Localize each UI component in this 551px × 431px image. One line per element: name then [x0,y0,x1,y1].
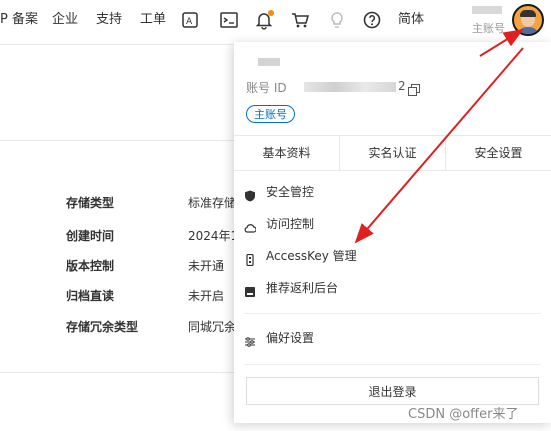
help-icon[interactable] [362,10,382,30]
lightbulb-icon[interactable] [327,10,347,30]
top-navigation-bar: P 备案 企业 支持 工单 A 简体 主账号 [0,0,551,45]
nav-enterprise[interactable]: 企业 [52,0,78,44]
logout-button[interactable]: 退出登录 [246,377,539,405]
app-icon[interactable]: A [180,10,200,30]
key-icon [244,250,256,267]
tab-basic-info[interactable]: 基本资料 [234,136,340,170]
account-tabs: 基本资料 实名认证 安全设置 [234,135,551,171]
nav-beian[interactable]: P 备案 [0,0,38,44]
detail-label: 版本控制 [66,259,115,273]
shield-icon [244,186,256,202]
menu-item-label: AccessKey 管理 [266,249,357,263]
masked-account-name [472,6,502,14]
menu-divider [244,364,541,365]
nav-support[interactable]: 支持 [96,0,122,44]
cart-icon[interactable] [290,10,310,30]
terminal-icon[interactable] [219,10,239,30]
copy-icon[interactable] [408,81,420,96]
menu-item-label: 推荐返利后台 [266,281,339,295]
account-type-label: 主账号 [472,22,505,35]
tab-security-settings[interactable]: 安全设置 [446,136,551,170]
detail-value: 2024年1 [188,229,239,243]
detail-value: 标准存储 [188,196,237,210]
account-id-suffix: 2 [398,79,406,93]
menu-item-label: 安全管控 [266,185,315,199]
detail-label: 创建时间 [66,229,115,243]
detail-label: 存储冗余类型 [66,320,139,334]
svg-text:A: A [186,17,193,27]
detail-label: 归档直读 [66,289,115,303]
account-dropdown: 账号 ID 2 主账号 基本资料 实名认证 安全设置 安全管控 访问控制 Acc… [234,42,551,423]
detail-value: 未开通 [188,259,225,273]
cloud-icon [244,218,257,233]
masked-username [258,58,280,66]
notification-dot [268,10,274,16]
detail-value: 同城冗余 [188,320,237,334]
menu-divider [244,313,541,314]
nav-ticket[interactable]: 工单 [140,0,166,44]
language-switch[interactable]: 简体 [398,0,424,44]
user-avatar[interactable] [512,4,544,36]
menu-item-label: 偏好设置 [266,331,315,345]
masked-account-id [304,82,396,92]
watermark-text: CSDN @offer来了 [408,407,519,422]
detail-label: 存储类型 [66,196,115,210]
account-id-label: 账号 ID [246,81,287,95]
menu-item-label: 访问控制 [266,217,315,231]
main-account-badge: 主账号 [246,105,295,123]
detail-value: 未开启 [188,289,225,303]
tab-real-name[interactable]: 实名认证 [340,136,446,170]
bell-icon[interactable] [254,10,274,30]
reward-icon [244,282,256,297]
sliders-icon [244,332,256,347]
